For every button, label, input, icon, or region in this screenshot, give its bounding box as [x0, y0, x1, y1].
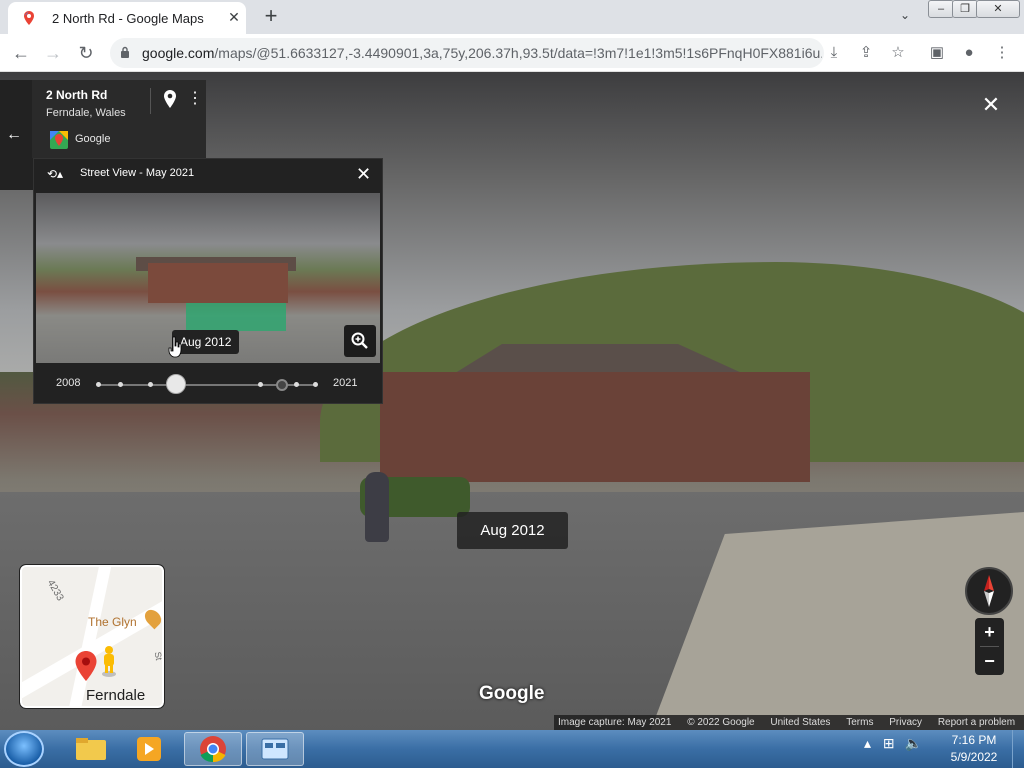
- reload-icon[interactable]: ↻: [75, 42, 97, 64]
- timeline-stop[interactable]: [258, 382, 263, 387]
- profile-icon[interactable]: ●: [959, 43, 979, 63]
- privacy-link[interactable]: Privacy: [889, 717, 922, 728]
- url-host: google.com: [142, 45, 215, 61]
- time-machine-panel: ⟲▴ Street View - May 2021 ✕ 2008 2021: [33, 158, 383, 404]
- zoom-preview-button[interactable]: [344, 325, 376, 357]
- network-icon[interactable]: ⊞: [883, 735, 895, 751]
- maximize-button[interactable]: ❐: [952, 0, 978, 18]
- clock-date: 5/9/2022: [950, 750, 998, 764]
- install-icon[interactable]: ⤓: [824, 43, 844, 63]
- tab-google-maps[interactable]: 2 North Rd - Google Maps ✕: [8, 2, 246, 34]
- back-arrow-icon[interactable]: ←: [6, 126, 22, 144]
- report-problem-link[interactable]: Report a problem: [938, 717, 1015, 728]
- system-tray: ▴ ⊞ 🔈: [864, 735, 922, 752]
- show-desktop-button[interactable]: [1012, 730, 1024, 768]
- share-icon[interactable]: ⇪: [856, 43, 876, 63]
- timeline-stop[interactable]: [96, 382, 101, 387]
- image-capture-date: Image capture: May 2021: [558, 717, 672, 728]
- timeline-stop[interactable]: [118, 382, 123, 387]
- attribution-bar: Image capture: May 2021 © 2022 Google Un…: [554, 715, 1024, 730]
- timeline-slider[interactable]: 2008 2021: [34, 373, 382, 397]
- timeline-end-year: 2021: [333, 377, 358, 389]
- forward-icon[interactable]: →: [42, 42, 64, 64]
- exit-street-view-icon[interactable]: ✕: [980, 94, 1002, 116]
- compass-icon[interactable]: [965, 567, 1013, 615]
- google-watermark: Google: [479, 683, 545, 704]
- town-label: Ferndale: [86, 687, 146, 704]
- folder-icon: [76, 738, 106, 760]
- menu-icon[interactable]: ⋮: [992, 43, 1012, 63]
- close-window-button[interactable]: ✕: [976, 0, 1020, 18]
- window-grid-icon: [261, 738, 289, 760]
- tab-close-icon[interactable]: ✕: [226, 9, 242, 25]
- close-time-machine-icon[interactable]: ✕: [356, 164, 371, 184]
- clock-time: 7:16 PM: [951, 733, 997, 747]
- remote-app-taskbar-icon[interactable]: [246, 732, 304, 766]
- hand-cursor-icon: [168, 336, 182, 358]
- timeline-stop[interactable]: [313, 382, 318, 387]
- location-marker-icon: [75, 651, 97, 681]
- copyright: © 2022 Google: [687, 717, 755, 728]
- place-subtitle: Ferndale, Wales: [46, 107, 126, 119]
- bookmark-star-icon[interactable]: ☆: [888, 43, 908, 63]
- zoom-out-button[interactable]: −: [975, 647, 1004, 675]
- divider: [150, 88, 151, 114]
- url-text: google.com/maps/@51.6633127,-3.4490901,3…: [142, 45, 822, 61]
- timeline-start-year: 2008: [56, 377, 81, 389]
- place-header: 2 North Rd Ferndale, Wales ⋮ Google: [32, 80, 206, 158]
- mini-map[interactable]: 4233 The Glyn St Ferndale: [19, 564, 165, 709]
- address-bar[interactable]: google.com/maps/@51.6633127,-3.4490901,3…: [110, 38, 824, 68]
- timeline-stop[interactable]: [148, 382, 153, 387]
- chrome-icon: [200, 736, 226, 763]
- volume-icon[interactable]: 🔈: [905, 735, 922, 751]
- more-options-icon[interactable]: ⋮: [187, 89, 203, 109]
- pedestrian: [365, 472, 389, 542]
- tab-search-icon[interactable]: ⌄: [896, 8, 914, 26]
- media-player-icon[interactable]: [120, 732, 178, 766]
- google-maps-logo-icon: [50, 131, 68, 149]
- compass-needle-icon: [984, 575, 994, 607]
- lock-icon: [121, 46, 129, 58]
- preview-building: [148, 263, 288, 303]
- source-label: Google: [75, 133, 111, 145]
- show-hidden-icons[interactable]: ▴: [864, 735, 871, 751]
- current-date-marker[interactable]: [276, 379, 288, 391]
- browser-toolbar: ← → ↻ google.com/maps/@51.6633127,-3.449…: [0, 34, 1024, 72]
- side-panel-icon[interactable]: ▣: [927, 43, 947, 63]
- taskbar-clock[interactable]: 7:16 PM 5/9/2022: [938, 732, 1010, 766]
- new-tab-icon[interactable]: +: [259, 5, 283, 29]
- street-label: St: [152, 650, 164, 662]
- tab-title: 2 North Rd - Google Maps: [52, 11, 204, 26]
- url-path: /maps/@51.6633127,-3.4490901,3a,75y,206.…: [214, 45, 822, 61]
- minimize-button[interactable]: –: [928, 0, 954, 18]
- pegman-icon[interactable]: [100, 645, 118, 677]
- history-clock-icon[interactable]: ⟲▴: [47, 167, 69, 185]
- file-explorer-icon[interactable]: [62, 732, 120, 766]
- building: [380, 372, 810, 482]
- imagery-date-badge: Aug 2012: [457, 512, 568, 549]
- location-pin-icon[interactable]: [163, 90, 177, 108]
- tab-strip: 2 North Rd - Google Maps ✕ + ⌄ – ❐ ✕: [0, 0, 1024, 34]
- magnifier-plus-icon: [351, 332, 368, 349]
- preview-fence: [186, 303, 286, 331]
- place-title: 2 North Rd: [46, 88, 108, 102]
- start-button[interactable]: [4, 731, 44, 767]
- zoom-in-button[interactable]: +: [975, 618, 1004, 646]
- chrome-taskbar-icon[interactable]: [184, 732, 242, 766]
- timeline-stop[interactable]: [294, 382, 299, 387]
- time-machine-title: Street View - May 2021: [80, 167, 195, 179]
- terms-link[interactable]: Terms: [846, 717, 873, 728]
- timeline-knob[interactable]: [166, 374, 186, 394]
- google-maps-icon: [24, 11, 34, 25]
- road-number-label: 4233: [44, 578, 66, 603]
- back-icon[interactable]: ←: [10, 42, 32, 64]
- zoom-control: + −: [975, 618, 1004, 675]
- region-link[interactable]: United States: [770, 717, 830, 728]
- poi-label[interactable]: The Glyn: [88, 615, 137, 629]
- windows-taskbar: ▴ ⊞ 🔈 7:16 PM 5/9/2022: [0, 730, 1024, 768]
- play-icon: [137, 737, 161, 761]
